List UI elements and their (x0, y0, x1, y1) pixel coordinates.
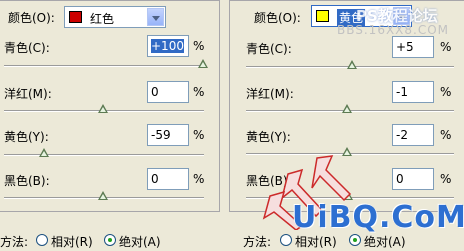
right-absolute-label[interactable]: 绝对(A) (364, 233, 406, 250)
left-cyan-input[interactable]: +100 (147, 35, 189, 57)
left-relative-radio[interactable] (36, 234, 48, 246)
left-magenta-slider-thumb[interactable] (98, 104, 109, 114)
left-color-select[interactable]: 红色 (64, 6, 166, 28)
left-magenta-input[interactable]: 0 (147, 81, 189, 103)
right-black-unit: % (440, 172, 452, 186)
left-cyan-slider-thumb[interactable] (198, 59, 209, 69)
left-magenta-label: 洋红(M): (4, 87, 52, 101)
right-color-label: 颜色(O): (254, 11, 301, 25)
left-black-unit: % (193, 172, 205, 186)
left-yellow-label: 黄色(Y): (4, 130, 49, 144)
left-cyan-track (4, 65, 204, 67)
right-magenta-input[interactable]: -1 (392, 81, 434, 103)
right-magenta-slider-thumb[interactable] (342, 104, 353, 114)
left-relative-label[interactable]: 相对(R) (51, 233, 93, 250)
left-absolute-radio[interactable] (104, 234, 116, 246)
right-method-label: 方法: (243, 235, 272, 249)
watermark-url: BBS.16XX8.COM (337, 23, 450, 37)
left-yellow-unit: % (193, 128, 205, 142)
red-swatch-icon (69, 11, 82, 23)
right-black-input[interactable]: 0 (392, 168, 434, 190)
right-cyan-unit: % (440, 40, 452, 54)
chevron-down-icon[interactable] (147, 8, 164, 26)
left-cyan-label: 青色(C): (4, 41, 50, 55)
right-magenta-unit: % (440, 85, 452, 99)
left-yellow-track (4, 154, 204, 156)
right-cyan-slider-thumb[interactable] (347, 60, 358, 70)
left-yellow-slider-thumb[interactable] (39, 148, 50, 158)
right-cyan-label: 青色(C): (246, 42, 292, 56)
right-cyan-input[interactable]: +5 (392, 36, 434, 58)
right-yellow-input[interactable]: -2 (392, 124, 434, 146)
right-yellow-unit: % (440, 128, 452, 142)
right-yellow-label: 黄色(Y): (246, 130, 291, 144)
left-method-label: 方法: (0, 235, 29, 249)
left-yellow-input[interactable]: -59 (147, 124, 189, 146)
watermark-bottom: UiBQ.CoM (292, 200, 464, 235)
left-absolute-label[interactable]: 绝对(A) (119, 233, 161, 250)
right-relative-radio[interactable] (280, 234, 292, 246)
left-cyan-unit: % (193, 39, 205, 53)
left-color-value: 红色 (90, 12, 115, 26)
left-black-label: 黑色(B): (4, 174, 50, 188)
left-color-label: 颜色(O): (8, 11, 55, 25)
right-relative-label[interactable]: 相对(R) (295, 233, 337, 250)
right-absolute-radio[interactable] (349, 234, 361, 246)
left-black-slider-thumb[interactable] (98, 191, 109, 201)
left-black-input[interactable]: 0 (147, 168, 189, 190)
right-magenta-label: 洋红(M): (246, 87, 294, 101)
yellow-swatch-icon (316, 10, 329, 22)
left-magenta-unit: % (193, 85, 205, 99)
